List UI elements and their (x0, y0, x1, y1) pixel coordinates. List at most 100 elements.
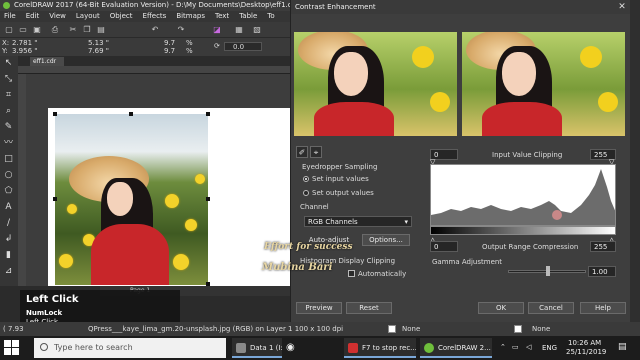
rectangle-tool-icon[interactable]: □ (3, 154, 14, 165)
overlay-title: Left Click (26, 294, 79, 305)
channel-select[interactable]: RGB Channels ▾ (304, 216, 412, 227)
menu-view[interactable]: View (49, 11, 66, 22)
ok-button[interactable]: OK (478, 302, 524, 314)
output-min-field[interactable]: 0 (430, 241, 458, 252)
menu-file[interactable]: File (4, 11, 16, 22)
outline-none-icon (514, 325, 522, 333)
output-max-field[interactable]: 255 (590, 241, 616, 252)
menu-tools[interactable]: To (267, 11, 274, 22)
eyedropper-icon[interactable]: ✐ (296, 146, 308, 158)
selection-info: QPress___kaye_lima_gm.20-unsplash.jpg (R… (88, 325, 344, 333)
preview-button[interactable]: Preview (296, 302, 342, 314)
rotation-field[interactable]: 0.0 (224, 42, 262, 51)
transparency-tool-icon[interactable]: ⊿ (3, 266, 14, 277)
taskbar-search-box[interactable]: Type here to search (34, 338, 226, 358)
volume-icon[interactable]: ◁ (526, 343, 531, 351)
language-indicator[interactable]: ENG (542, 344, 557, 352)
freehand-tool-icon[interactable]: ✎ (3, 122, 14, 133)
polygon-tool-icon[interactable]: ⬠ (3, 186, 14, 197)
drive-icon (236, 343, 246, 353)
gamma-value-field[interactable]: 1.00 (588, 266, 616, 277)
histogram[interactable] (430, 164, 616, 226)
height-field[interactable]: 7.69 " (88, 47, 109, 55)
menu-table[interactable]: Table (239, 11, 257, 22)
handle-middle-left[interactable] (53, 197, 57, 201)
docker-tabs-strip[interactable] (630, 0, 640, 322)
width-field[interactable]: 5.13 " (88, 39, 109, 47)
import-icon[interactable]: ◪ (212, 25, 222, 35)
vertical-ruler[interactable] (18, 74, 26, 286)
pick-tool-icon[interactable]: ↖ (3, 58, 14, 69)
new-document-icon[interactable]: ▢ (4, 25, 14, 35)
cancel-button[interactable]: Cancel (528, 302, 574, 314)
scale-x-field[interactable]: 9.7 (164, 39, 175, 47)
artistic-media-icon[interactable]: 〰 (3, 138, 14, 149)
scale-y-field[interactable]: 9.7 (164, 47, 175, 55)
gamma-slider-thumb[interactable] (546, 266, 550, 276)
paste-icon[interactable]: ▤ (96, 25, 106, 35)
y-position-field[interactable]: 3.956 " (12, 47, 37, 55)
document-tab[interactable]: eff1.cdr (30, 57, 64, 66)
help-button[interactable]: Help (580, 302, 626, 314)
scale-x-unit: % (186, 39, 193, 47)
taskbar-item-recorder[interactable]: F7 to stop rec... (344, 338, 416, 358)
cut-icon[interactable]: ✂ (68, 25, 78, 35)
menu-layout[interactable]: Layout (76, 11, 100, 22)
cursor-coordinates: ( 7.93 (3, 325, 24, 333)
clock-date[interactable]: 25/11/2019 (566, 348, 606, 356)
copy-icon[interactable]: ❐ (82, 25, 92, 35)
menu-bar: File Edit View Layout Object Effects Bit… (0, 11, 290, 22)
redo-icon[interactable]: ↷ (176, 25, 186, 35)
handle-middle-right[interactable] (206, 197, 210, 201)
set-input-label[interactable]: Set input values (312, 175, 369, 183)
publish-pdf-icon[interactable]: ▧ (252, 25, 262, 35)
shape-tool-icon[interactable]: ⤡ (3, 74, 14, 85)
automatically-label[interactable]: Automatically (358, 270, 406, 278)
histogram-graph (431, 169, 615, 225)
menu-edit[interactable]: Edit (26, 11, 40, 22)
connector-tool-icon[interactable]: ↲ (3, 234, 14, 245)
print-icon[interactable]: ⎙ (50, 25, 60, 35)
open-folder-icon[interactable]: ▭ (18, 25, 28, 35)
automatically-checkbox[interactable] (348, 270, 355, 277)
set-output-label[interactable]: Set output values (312, 189, 374, 197)
bitmap-photo[interactable] (55, 114, 208, 285)
windows-start-icon[interactable] (4, 340, 20, 356)
ellipse-tool-icon[interactable]: ○ (3, 170, 14, 181)
horizontal-ruler[interactable] (18, 66, 290, 74)
taskbar-item-coreldraw[interactable]: CorelDRAW 2... (420, 338, 492, 358)
undo-icon[interactable]: ↶ (150, 25, 160, 35)
menu-object[interactable]: Object (110, 11, 133, 22)
tray-arrow-icon[interactable]: ⌃ (500, 343, 506, 351)
notifications-icon[interactable]: ▤ (618, 342, 627, 352)
menu-bitmaps[interactable]: Bitmaps (176, 11, 205, 22)
export-icon[interactable]: ▦ (234, 25, 244, 35)
menu-effects[interactable]: Effects (143, 11, 167, 22)
status-bar: ( 7.93 QPress___kaye_lima_gm.20-unsplash… (0, 322, 640, 336)
close-icon[interactable]: ✕ (616, 1, 628, 13)
after-preview[interactable] (462, 32, 625, 136)
handle-top-left[interactable] (53, 112, 57, 116)
options-button[interactable]: Options... (362, 234, 410, 246)
parallel-dimension-icon[interactable]: ∕ (3, 218, 14, 229)
before-preview[interactable] (294, 32, 457, 136)
drop-shadow-icon[interactable]: ▮ (3, 250, 14, 261)
network-icon[interactable]: ▭ (512, 343, 519, 351)
text-tool-icon[interactable]: A (3, 202, 14, 213)
eyedropper-output-icon[interactable]: ⌖ (310, 146, 322, 158)
reset-button[interactable]: Reset (346, 302, 392, 314)
zoom-tool-icon[interactable]: ⌕ (3, 106, 14, 117)
dialog-title: Contrast Enhancement (291, 0, 630, 14)
x-position-field[interactable]: 2.781 " (12, 39, 37, 47)
taskbar-item-drive[interactable]: Data 1 (I:) (232, 338, 282, 358)
search-placeholder: Type here to search (54, 343, 133, 352)
save-icon[interactable]: ▣ (32, 25, 42, 35)
clock-time[interactable]: 10:26 AM (568, 339, 601, 347)
chrome-icon[interactable]: ◉ (286, 342, 295, 353)
set-output-radio[interactable] (303, 190, 309, 196)
handle-top-middle[interactable] (129, 112, 133, 116)
menu-text[interactable]: Text (215, 11, 229, 22)
handle-top-right[interactable] (206, 112, 210, 116)
crop-tool-icon[interactable]: ⌗ (3, 90, 14, 101)
set-input-radio[interactable] (303, 176, 309, 182)
